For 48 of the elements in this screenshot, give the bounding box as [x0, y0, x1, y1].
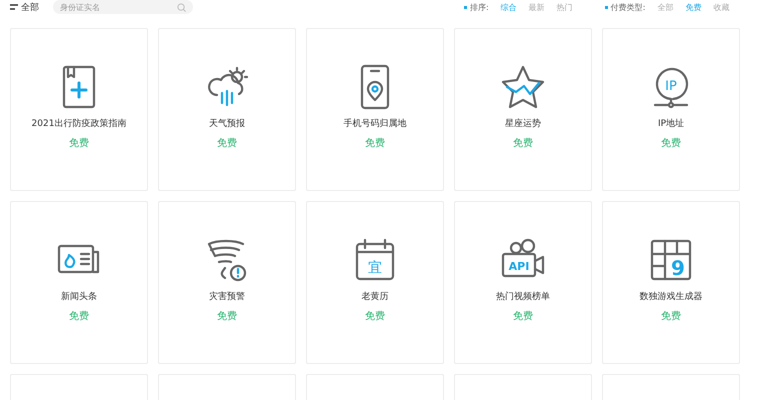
card-title: 数独游戏生成器	[640, 290, 702, 303]
category-menu[interactable]: 全部	[10, 0, 39, 14]
sudoku-grid-icon	[650, 240, 692, 280]
sort-label: 排序:	[470, 2, 489, 12]
api-card[interactable]: 手机号码归属地 免费	[306, 28, 444, 191]
price-label: 免费	[661, 310, 681, 323]
bullet-icon	[604, 6, 608, 8]
price-label: 免费	[513, 310, 533, 323]
calendar-icon	[356, 238, 394, 280]
nine-label: 9	[671, 256, 685, 280]
price-label: 免费	[217, 310, 237, 323]
price-label: 免费	[365, 310, 385, 323]
price-label: 免费	[217, 136, 237, 150]
price-label: 免费	[69, 136, 89, 150]
bullet-icon	[464, 6, 467, 8]
api-label: API	[508, 260, 530, 273]
price-label: 免费	[69, 310, 89, 323]
card-title: 老黄历	[362, 290, 388, 303]
api-card[interactable]: 宜 老黄历 免费	[306, 201, 444, 364]
api-card[interactable]: 灾害预警 免费	[158, 201, 296, 364]
card-title: 2021出行防疫政策指南	[32, 118, 126, 130]
card-title: IP地址	[658, 118, 684, 130]
price-label: 免费	[661, 136, 681, 150]
api-card[interactable]: 2021出行防疫政策指南 免费	[10, 28, 148, 191]
price-label: 免费	[365, 136, 385, 150]
card-title: 新闻头条	[61, 290, 97, 303]
card-title: 手机号码归属地	[344, 118, 406, 130]
api-card[interactable]: 星座运势 免费	[454, 28, 592, 191]
card-title: 热门视频榜单	[496, 290, 550, 303]
ip-label: IP	[665, 79, 677, 94]
pay-type-label: 付费类型:	[610, 2, 646, 12]
price-label: 免费	[513, 136, 533, 150]
api-card[interactable]: 天气预报 免费	[158, 28, 296, 191]
calendar-glyph-label: 宜	[368, 260, 382, 276]
pin-icon	[654, 68, 688, 108]
menu-icon	[10, 4, 18, 10]
card-title: 星座运势	[505, 118, 541, 130]
card-title: 灾害预警	[209, 290, 245, 303]
api-card[interactable]: 9 数独游戏生成器 免费	[602, 201, 740, 364]
api-card[interactable]: API 热门视频榜单 免费	[454, 201, 592, 364]
category-label: 全部	[21, 2, 39, 14]
api-card[interactable]: 新闻头条 免费	[10, 201, 148, 364]
search-icon[interactable]	[177, 2, 186, 12]
star-chart-icon	[499, 63, 547, 111]
video-camera-icon	[502, 238, 544, 278]
api-card[interactable]: IP IP地址 免费	[602, 28, 740, 191]
search-field[interactable]: 身份证实名	[53, 0, 193, 14]
card-title: 天气预报	[209, 118, 245, 130]
